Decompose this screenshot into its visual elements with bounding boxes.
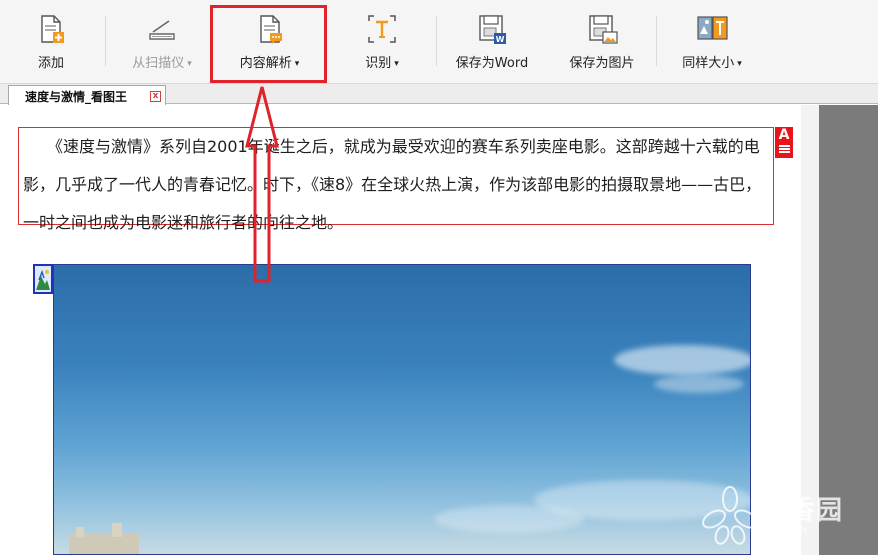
watermark: 丁香园 DXY.CN	[700, 485, 870, 550]
document-tab[interactable]: 速度与激情_看图王 x	[8, 85, 166, 105]
image-region-badge[interactable]	[33, 264, 53, 294]
save-as-word-button[interactable]: W 保存为Word	[446, 0, 538, 84]
recognize-button[interactable]: 识别 ▾	[343, 0, 421, 84]
same-size-button[interactable]: 同样大小 ▾	[666, 0, 758, 84]
tab-strip: 速度与激情_看图王 x	[0, 84, 878, 105]
toolbar-separator	[656, 16, 657, 66]
add-button[interactable]: 添加	[14, 0, 88, 84]
building	[76, 527, 84, 537]
save-as-word-label: 保存为Word	[455, 56, 529, 71]
up-arrow-annotation	[245, 86, 279, 283]
scanner-label: 从扫描仪 ▾	[132, 56, 192, 71]
lines-icon	[778, 145, 790, 153]
save-as-image-label: 保存为图片	[569, 56, 635, 71]
text-region-badge[interactable]: A	[775, 127, 793, 158]
toolbar-separator	[436, 16, 437, 66]
flower-logo-icon	[702, 486, 758, 545]
text-region[interactable]: 《速度与激情》系列自2001年诞生之后，就成为最受欢迎的赛车系列卖座电影。这部跨…	[18, 127, 774, 232]
close-tab-icon[interactable]: x	[150, 91, 161, 102]
cloud	[614, 345, 750, 375]
watermark-name: 丁香园	[762, 496, 844, 526]
document-paragraph: 《速度与激情》系列自2001年诞生之后，就成为最受欢迎的赛车系列卖座电影。这部跨…	[23, 137, 762, 232]
building	[112, 523, 122, 537]
text-recognize-icon	[368, 15, 396, 43]
svg-text:W: W	[496, 35, 505, 44]
document-tab-title: 速度与激情_看图王	[25, 90, 128, 104]
recognize-label: 识别 ▾	[365, 56, 399, 71]
text-region-badge-letter: A	[778, 127, 790, 143]
save-image-icon	[589, 15, 618, 44]
toolbar-separator	[105, 16, 106, 66]
scanner-icon	[149, 20, 175, 40]
sky-photo	[54, 265, 750, 554]
same-size-label: 同样大小 ▾	[682, 56, 742, 71]
cloud	[434, 505, 584, 533]
same-size-icon	[697, 16, 728, 40]
add-label: 添加	[37, 56, 64, 71]
save-word-icon: W	[479, 15, 506, 44]
toolbar: 添加 从扫描仪 ▾ 内容解析 ▾ 识别 ▾ W 保存为Word 保存为图片 同样…	[0, 0, 878, 84]
image-icon	[36, 269, 50, 290]
image-region[interactable]	[53, 264, 751, 555]
cloud	[654, 375, 744, 393]
add-document-icon	[41, 15, 64, 43]
scanner-button[interactable]: 从扫描仪 ▾	[116, 0, 208, 84]
watermark-domain: DXY.CN	[766, 525, 809, 536]
highlight-annotation-box	[210, 5, 327, 83]
save-as-image-button[interactable]: 保存为图片	[556, 0, 648, 84]
